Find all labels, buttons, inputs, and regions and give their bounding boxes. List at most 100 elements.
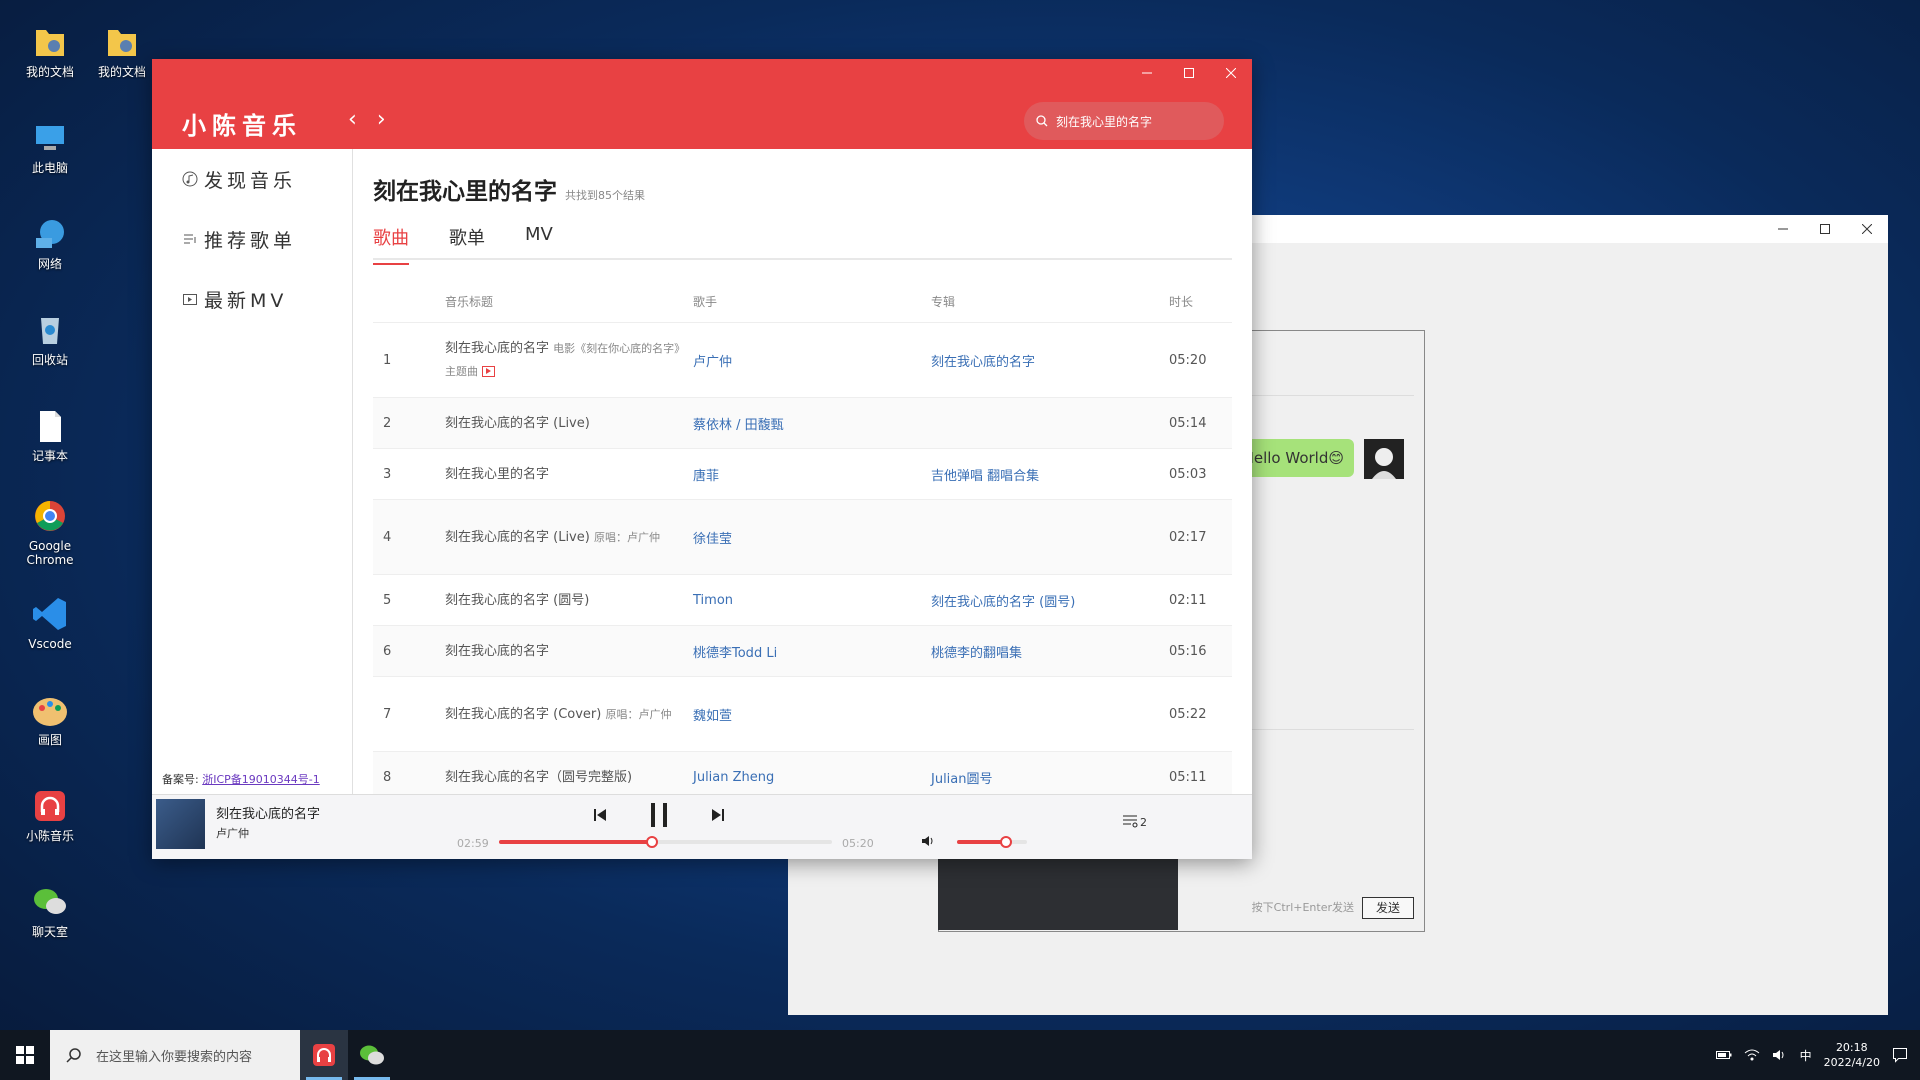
tab-songs[interactable]: 歌曲 bbox=[373, 224, 409, 265]
singer-link[interactable]: 卢广仲 bbox=[692, 322, 930, 398]
next-track-button[interactable] bbox=[710, 807, 726, 823]
progress-handle[interactable] bbox=[646, 836, 659, 848]
desktop-icon-label: Vscode bbox=[28, 637, 72, 651]
search-box[interactable] bbox=[1024, 102, 1224, 140]
desktop-icon-chrome[interactable]: Google Chrome bbox=[8, 496, 92, 567]
progress-slider[interactable] bbox=[499, 836, 832, 848]
desktop-icon-vscode[interactable]: Vscode bbox=[8, 594, 92, 651]
table-row[interactable]: 8 刻在我心底的名字（圆号完整版) Julian Zheng Julian圆号 … bbox=[373, 751, 1232, 795]
taskbar-app-chat[interactable] bbox=[348, 1030, 396, 1080]
desktop-icon-documents-2[interactable]: 我的文档 bbox=[92, 22, 152, 79]
pause-button[interactable] bbox=[648, 801, 670, 829]
speaker-icon[interactable] bbox=[1772, 1048, 1788, 1062]
search-input[interactable] bbox=[1054, 113, 1208, 129]
minimize-button[interactable] bbox=[1762, 215, 1804, 243]
volume-slider[interactable] bbox=[957, 836, 1027, 848]
table-row[interactable]: 6 刻在我心底的名字 桃德李Todd Li 桃德李的翻唱集 05:16 bbox=[373, 625, 1232, 677]
system-clock[interactable]: 20:18 2022/4/20 bbox=[1824, 1040, 1880, 1070]
desktop-icon-label: 我的文档 bbox=[25, 65, 74, 79]
sidebar-item-playlists[interactable]: 推荐歌单 bbox=[152, 209, 352, 269]
nav-forward-button[interactable]: › bbox=[377, 107, 386, 132]
table-row[interactable]: 7 刻在我心底的名字 (Cover) 原唱：卢广仲 魏如萱 05:22 bbox=[373, 676, 1232, 752]
close-button[interactable] bbox=[1846, 215, 1888, 243]
avatar bbox=[1364, 439, 1404, 479]
singer-link[interactable]: 魏如萱 bbox=[692, 676, 930, 752]
desktop-icon-music[interactable]: 小陈音乐 bbox=[8, 786, 92, 843]
column-header-duration: 时长 bbox=[1168, 280, 1232, 323]
search-results: 刻在我心里的名字 共找到85个结果 歌曲 歌单 MV 音乐标题 歌手 专辑 时长… bbox=[373, 149, 1232, 795]
desktop-icon-notepad[interactable]: 记事本 bbox=[8, 406, 92, 463]
icp-link[interactable]: 浙ICP备19010344号-1 bbox=[202, 773, 320, 786]
table-row[interactable]: 3 刻在我心里的名字 唐菲 吉他弹唱 翻唱合集 05:03 bbox=[373, 448, 1232, 500]
progress-fill bbox=[499, 840, 653, 844]
song-title: 刻在我心底的名字（圆号完整版) bbox=[445, 769, 633, 785]
duration: 05:11 bbox=[1168, 751, 1232, 795]
playlist-icon bbox=[184, 234, 196, 244]
sidebar-item-mv[interactable]: 最新MV bbox=[152, 269, 352, 329]
close-button[interactable] bbox=[1210, 59, 1252, 87]
desktop-icon-paint[interactable]: 画图 bbox=[8, 690, 92, 747]
battery-icon[interactable] bbox=[1715, 1050, 1732, 1060]
clock-date: 2022/4/20 bbox=[1823, 1056, 1880, 1069]
nav-back-button[interactable]: ‹ bbox=[348, 107, 357, 132]
send-button[interactable]: 发送 bbox=[1362, 897, 1414, 919]
desktop-icon-label: 网络 bbox=[37, 257, 62, 271]
mv-icon[interactable] bbox=[482, 366, 495, 377]
album-link[interactable]: 刻在我心底的名字 (圆号) bbox=[930, 574, 1168, 626]
song-title: 刻在我心里的名字 bbox=[445, 466, 550, 482]
start-button[interactable] bbox=[0, 1030, 50, 1080]
search-icon bbox=[66, 1048, 81, 1063]
desktop-icon-recycle-bin[interactable]: 回收站 bbox=[8, 310, 92, 367]
ime-indicator[interactable]: 中 bbox=[1800, 1047, 1812, 1064]
song-table: 音乐标题 歌手 专辑 时长 1 刻在我心底的名字 电影《刻在你心底的名字》主题曲… bbox=[373, 280, 1232, 795]
table-row[interactable]: 2 刻在我心底的名字 (Live) 蔡依林 / 田馥甄 05:14 bbox=[373, 397, 1232, 449]
notification-icon[interactable] bbox=[1892, 1047, 1908, 1063]
singer-link[interactable]: Julian Zheng bbox=[692, 751, 930, 795]
tab-playlists[interactable]: 歌单 bbox=[449, 224, 485, 258]
desktop-icon-network[interactable]: 网络 bbox=[8, 214, 92, 271]
taskbar-app-music[interactable] bbox=[300, 1030, 348, 1080]
result-query: 刻在我心里的名字 bbox=[373, 179, 557, 205]
sidebar-item-discover[interactable]: 发现音乐 bbox=[152, 149, 352, 209]
album-link[interactable]: Julian圆号 bbox=[930, 751, 1168, 795]
desktop-icon-chatroom[interactable]: 聊天室 bbox=[8, 882, 92, 939]
wechat-icon bbox=[360, 1045, 384, 1065]
taskbar-search[interactable]: 在这里输入你要搜索的内容 bbox=[50, 1030, 300, 1080]
singer-link[interactable]: 唐菲 bbox=[692, 448, 930, 500]
playlist-button[interactable]: 2 bbox=[1122, 813, 1147, 829]
previous-track-button[interactable] bbox=[592, 807, 608, 823]
singer-link[interactable]: 蔡依林 / 田馥甄 bbox=[692, 397, 930, 449]
album-link[interactable]: 刻在我心底的名字 bbox=[930, 322, 1168, 398]
song-title-cell: 刻在我心里的名字 bbox=[444, 448, 692, 500]
music-window: 小陈音乐 ‹ › 发现音乐 推荐歌单 最新MV 备案号: 浙ICP备190103… bbox=[152, 59, 1252, 859]
album-link[interactable] bbox=[930, 499, 1168, 575]
row-index: 8 bbox=[373, 751, 444, 795]
table-row[interactable]: 1 刻在我心底的名字 电影《刻在你心底的名字》主题曲 卢广仲 刻在我心底的名字 … bbox=[373, 322, 1232, 398]
duration: 02:17 bbox=[1168, 499, 1232, 575]
album-link[interactable]: 吉他弹唱 翻唱合集 bbox=[930, 448, 1168, 500]
song-title: 刻在我心底的名字 (Live) bbox=[445, 415, 590, 431]
album-link[interactable]: 桃德李的翻唱集 bbox=[930, 625, 1168, 677]
album-cover[interactable] bbox=[156, 799, 205, 849]
result-tabs: 歌曲 歌单 MV bbox=[373, 224, 1232, 265]
row-index: 1 bbox=[373, 322, 444, 398]
taskbar: 在这里输入你要搜索的内容 中 20:18 2022/4/20 bbox=[0, 1030, 1920, 1080]
singer-link[interactable]: 徐佳莹 bbox=[692, 499, 930, 575]
song-title-cell: 刻在我心底的名字 (Live) bbox=[444, 397, 692, 449]
wifi-icon[interactable] bbox=[1744, 1048, 1760, 1062]
minimize-button[interactable] bbox=[1126, 59, 1168, 87]
table-row[interactable]: 5 刻在我心底的名字 (圆号) Timon 刻在我心底的名字 (圆号) 02:1… bbox=[373, 574, 1232, 626]
sidebar: 发现音乐 推荐歌单 最新MV 备案号: 浙ICP备19010344号-1 bbox=[152, 149, 353, 795]
maximize-button[interactable] bbox=[1168, 59, 1210, 87]
desktop-icon-this-pc[interactable]: 此电脑 bbox=[8, 118, 92, 175]
singer-link[interactable]: Timon bbox=[692, 574, 930, 626]
singer-link[interactable]: 桃德李Todd Li bbox=[692, 625, 930, 677]
desktop-icon-documents[interactable]: 我的文档 bbox=[8, 22, 92, 79]
tab-mv[interactable]: MV bbox=[525, 224, 553, 258]
table-row[interactable]: 4 刻在我心底的名字 (Live) 原唱：卢广仲 徐佳莹 02:17 bbox=[373, 499, 1232, 575]
album-link[interactable] bbox=[930, 676, 1168, 752]
volume-icon[interactable] bbox=[920, 833, 936, 849]
volume-handle[interactable] bbox=[1000, 836, 1012, 848]
maximize-button[interactable] bbox=[1804, 215, 1846, 243]
album-link[interactable] bbox=[930, 397, 1168, 449]
